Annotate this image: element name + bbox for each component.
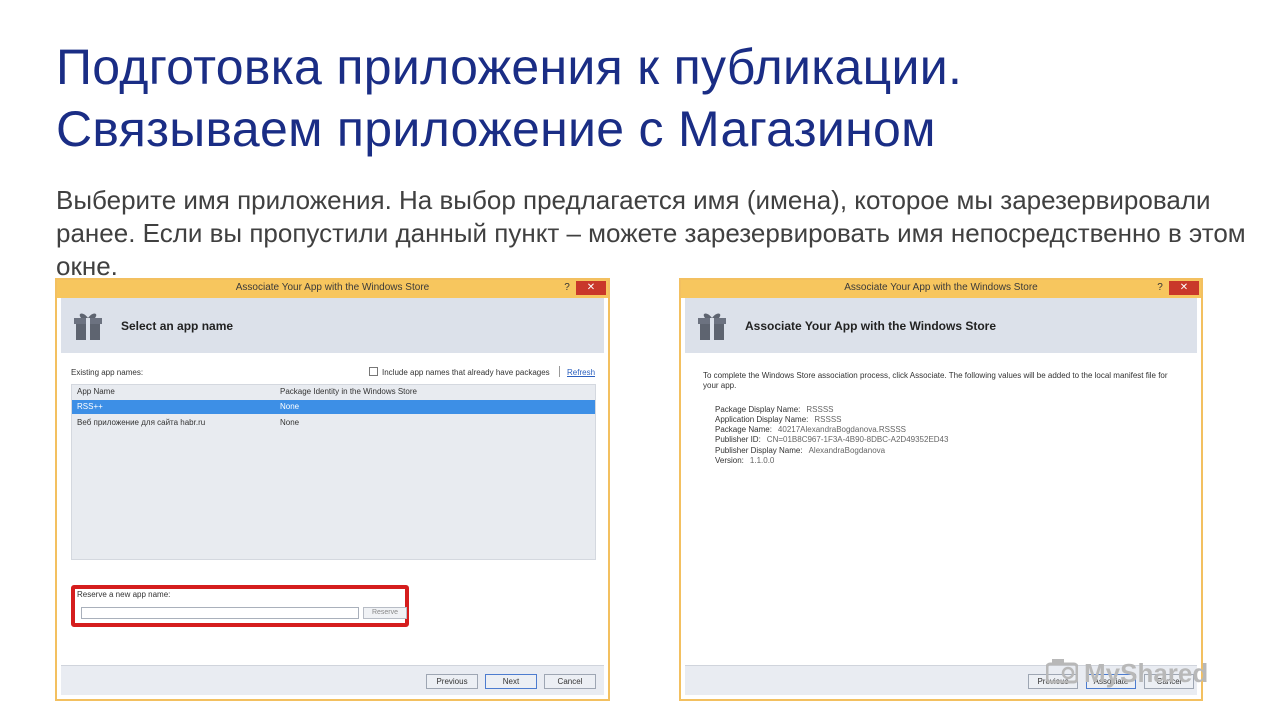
- close-button[interactable]: ✕: [576, 281, 606, 295]
- field-value: 40217AlexandraBogdanova.RSSSS: [777, 425, 907, 434]
- field-value: AlexandraBogdanova: [808, 446, 886, 455]
- myshared-watermark: MyShared: [1046, 656, 1246, 690]
- info-row-version: Version: 1.1.0.0: [715, 456, 774, 465]
- cancel-button[interactable]: Cancel: [544, 674, 596, 689]
- select-app-name-dialog: Associate Your App with the Windows Stor…: [55, 278, 610, 701]
- field-value: CN=01B8C967-1F3A-4B90-8DBC-A2D49352ED43: [766, 435, 949, 444]
- slide-title: Подготовка приложения к публикации. Связ…: [56, 36, 1236, 160]
- field-label: Package Display Name:: [715, 405, 801, 414]
- dialog-footer: Previous Next Cancel: [61, 665, 604, 695]
- field-label: Application Display Name:: [715, 415, 809, 424]
- field-label: Package Name:: [715, 425, 772, 434]
- next-button[interactable]: Next: [485, 674, 537, 689]
- dialog-window-title: Associate Your App with the Windows Stor…: [235, 282, 430, 293]
- field-value: 1.1.0.0: [749, 456, 775, 465]
- close-button[interactable]: ✕: [1169, 281, 1199, 295]
- package-identity-cell: None: [280, 402, 300, 411]
- gift-icon: [74, 313, 102, 340]
- field-label: Version:: [715, 456, 744, 465]
- table-row[interactable]: RSS++ None: [72, 400, 595, 414]
- new-app-name-input[interactable]: [81, 607, 359, 619]
- field-label: Publisher Display Name:: [715, 446, 803, 455]
- package-identity-cell: None: [280, 418, 300, 427]
- dialog-header: Select an app name: [61, 298, 604, 353]
- include-packages-label[interactable]: Include app names that already have pack…: [382, 368, 550, 377]
- existing-app-names-label: Existing app names:: [71, 368, 144, 377]
- associate-app-dialog: Associate Your App with the Windows Stor…: [679, 278, 1203, 701]
- info-row-publisher-id: Publisher ID: CN=01B8C967-1F3A-4B90-8DBC-…: [715, 435, 948, 444]
- previous-button[interactable]: Previous: [426, 674, 478, 689]
- reserve-button[interactable]: Reserve: [363, 607, 407, 619]
- slide-title-line-1: Подготовка приложения к публикации.: [56, 39, 963, 95]
- dialog-header: Associate Your App with the Windows Stor…: [685, 298, 1197, 353]
- refresh-link[interactable]: Refresh: [567, 368, 595, 377]
- association-description: To complete the Windows Store associatio…: [703, 371, 1168, 390]
- help-button[interactable]: ?: [1153, 281, 1167, 295]
- dialog-titlebar: Associate Your App with the Windows Stor…: [57, 280, 608, 298]
- app-name-cell: RSS++: [77, 402, 103, 411]
- refresh-divider: [559, 366, 560, 377]
- app-names-table: App Name Package Identity in the Windows…: [71, 384, 596, 560]
- table-row[interactable]: Веб приложение для сайта habr.ru None: [72, 416, 595, 430]
- help-button[interactable]: ?: [560, 281, 574, 295]
- projector-icon: [1046, 659, 1078, 684]
- slide-body-text: Выберите имя приложения. На выбор предла…: [56, 185, 1246, 281]
- dialog-content: Associate Your App with the Windows Stor…: [685, 298, 1197, 695]
- column-header-package-identity[interactable]: Package Identity in the Windows Store: [280, 387, 417, 396]
- info-row-package-name: Package Name: 40217AlexandraBogdanova.RSS…: [715, 425, 906, 434]
- field-value: RSSSS: [806, 405, 834, 414]
- column-header-app-name[interactable]: App Name: [77, 387, 115, 396]
- reserve-highlight-frame: Reserve a new app name: Reserve: [71, 585, 409, 627]
- table-header-row: App Name Package Identity in the Windows…: [72, 385, 595, 399]
- watermark-text: MyShared: [1084, 658, 1209, 688]
- dialog-heading: Associate Your App with the Windows Stor…: [745, 319, 997, 333]
- reserve-new-app-name-label: Reserve a new app name:: [77, 590, 171, 599]
- dialog-content: Select an app name Existing app names: I…: [61, 298, 604, 695]
- info-row-package-display-name: Package Display Name: RSSSS: [715, 405, 834, 414]
- info-row-application-display-name: Application Display Name: RSSSS: [715, 415, 842, 424]
- info-row-publisher-display-name: Publisher Display Name: AlexandraBogdanov…: [715, 446, 885, 455]
- gift-icon: [698, 313, 726, 340]
- slide-title-line-2: Связываем приложение с Магазином: [56, 101, 936, 157]
- app-name-cell: Веб приложение для сайта habr.ru: [77, 418, 206, 427]
- dialog-heading: Select an app name: [121, 319, 234, 333]
- field-value: RSSSS: [814, 415, 842, 424]
- dialog-window-title: Associate Your App with the Windows Stor…: [844, 282, 1038, 293]
- include-packages-checkbox[interactable]: [369, 367, 378, 376]
- dialog-titlebar: Associate Your App with the Windows Stor…: [681, 280, 1201, 298]
- field-label: Publisher ID:: [715, 435, 761, 444]
